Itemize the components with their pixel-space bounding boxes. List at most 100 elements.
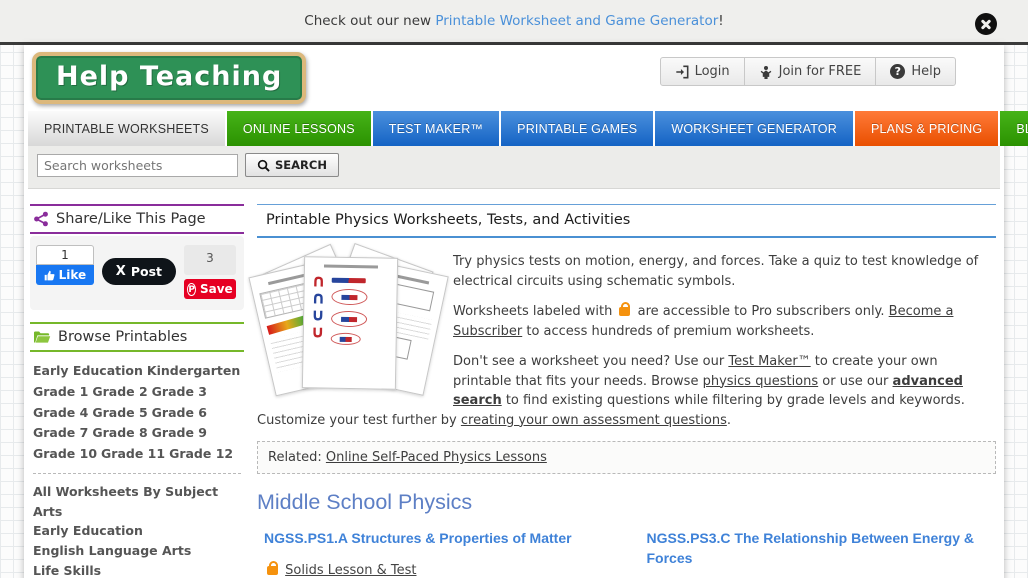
main-content: Printable Physics Worksheets, Tests, and… <box>257 204 998 578</box>
physics-worksheets-image: ∩∩∪∪ <box>259 254 437 394</box>
grade-row: Early Education Kindergarten <box>33 362 241 381</box>
section-title-middle-school-physics: Middle School Physics <box>257 490 996 515</box>
sign-in-icon <box>675 65 689 79</box>
pinterest-save-label: Save <box>200 282 233 296</box>
subject-list: All Worksheets By Subject Arts Early Edu… <box>33 483 241 578</box>
x-post-button[interactable]: X Post <box>102 258 176 285</box>
content-area: Share/Like This Page 1 Like X Post <box>28 189 1000 578</box>
search-button[interactable]: SEARCH <box>245 153 339 177</box>
ngss-ps1a-title: NGSS.PS1.A Structures & Properties of Ma… <box>264 529 614 549</box>
promo-banner-text: Check out our new Printable Worksheet an… <box>304 13 723 29</box>
related-box: Related: Online Self-Paced Physics Lesso… <box>257 441 996 474</box>
intro-section: ∩∩∪∪ Try physics tests on motion, energy… <box>257 238 996 430</box>
page-container: Help Teaching Login Join for FREE ? Help <box>24 45 1004 578</box>
column-ngss-ps3c: NGSS.PS3.C The Relationship Between Ener… <box>640 529 997 578</box>
facebook-like-widget: 1 Like <box>36 245 94 285</box>
help-button[interactable]: ? Help <box>876 58 955 85</box>
create-questions-link[interactable]: creating your own assessment questions <box>461 413 727 428</box>
facebook-like-label: Like <box>59 268 87 282</box>
page-header: Help Teaching Login Join for FREE ? Help <box>28 45 1000 111</box>
thumbs-up-icon <box>44 270 55 281</box>
sidebar-link-grade-5[interactable]: Grade 5 <box>92 405 147 420</box>
sidebar-divider <box>33 473 241 474</box>
login-label: Login <box>695 64 730 79</box>
sidebar-link-kindergarten[interactable]: Kindergarten <box>147 363 240 378</box>
related-label: Related: <box>268 450 326 465</box>
search-button-label: SEARCH <box>275 158 327 172</box>
grade-row: Grade 10 Grade 11 Grade 12 <box>33 445 241 464</box>
login-button[interactable]: Login <box>661 58 745 85</box>
sidebar-links: Early Education Kindergarten Grade 1 Gra… <box>30 352 244 578</box>
close-icon[interactable] <box>975 13 997 35</box>
person-icon <box>759 65 773 79</box>
main-navigation: PRINTABLE WORKSHEETS ONLINE LESSONS TEST… <box>28 111 1000 146</box>
social-widgets: 1 Like X Post 3 P Save <box>30 236 244 310</box>
sidebar-link-grade-7[interactable]: Grade 7 <box>33 425 88 440</box>
test-maker-link[interactable]: Test Maker™ <box>728 354 810 369</box>
tab-printable-worksheets[interactable]: PRINTABLE WORKSHEETS <box>28 111 225 146</box>
sidebar-link-early-education-subject[interactable]: Early Education <box>33 522 143 541</box>
share-section-header: Share/Like This Page <box>30 204 244 234</box>
sidebar-link-grade-3[interactable]: Grade 3 <box>152 384 207 399</box>
help-teaching-logo[interactable]: Help Teaching <box>32 52 306 104</box>
pinterest-widget: 3 P Save <box>184 245 236 299</box>
related-physics-lessons-link[interactable]: Online Self-Paced Physics Lessons <box>326 450 547 465</box>
grade-row: Grade 1 Grade 2 Grade 3 <box>33 383 241 402</box>
sidebar-link-grade-10[interactable]: Grade 10 <box>33 446 97 461</box>
help-label: Help <box>911 64 941 79</box>
share-icon <box>33 211 49 227</box>
pinterest-icon: P <box>187 283 196 296</box>
browse-section-title: Browse Printables <box>58 329 187 345</box>
x-logo-icon: X <box>116 264 126 279</box>
help-icon: ? <box>890 64 905 79</box>
tab-plans-pricing[interactable]: PLANS & PRICING <box>855 111 998 146</box>
tab-online-lessons[interactable]: ONLINE LESSONS <box>227 111 371 146</box>
search-bar: SEARCH <box>28 146 1000 189</box>
sidebar-link-life-skills[interactable]: Life Skills <box>33 562 101 578</box>
lock-icon <box>267 566 278 575</box>
page-title: Printable Physics Worksheets, Tests, and… <box>257 204 996 238</box>
search-icon <box>257 159 270 172</box>
sidebar-link-grade-11[interactable]: Grade 11 <box>101 446 165 461</box>
solids-lesson-link[interactable]: Solids Lesson & Test <box>285 563 416 578</box>
search-input[interactable] <box>37 154 238 177</box>
physics-questions-link[interactable]: physics questions <box>703 374 819 389</box>
facebook-like-button[interactable]: Like <box>36 265 94 285</box>
tab-blog[interactable]: BLOG <box>1000 111 1028 146</box>
sidebar-link-arts[interactable]: Arts <box>33 503 62 522</box>
grade-row: Grade 4 Grade 5 Grade 6 <box>33 404 241 423</box>
sidebar-link-all-subjects[interactable]: All Worksheets By Subject <box>33 483 218 502</box>
promo-generator-link[interactable]: Printable Worksheet and Game Generator <box>435 13 718 29</box>
logo-text: Help Teaching <box>56 61 282 92</box>
sidebar-link-grade-1[interactable]: Grade 1 <box>33 384 88 399</box>
column-ngss-ps1a: NGSS.PS1.A Structures & Properties of Ma… <box>257 529 614 578</box>
sidebar-link-grade-4[interactable]: Grade 4 <box>33 405 88 420</box>
pinterest-save-button[interactable]: P Save <box>184 279 236 299</box>
sidebar-link-grade-6[interactable]: Grade 6 <box>152 405 207 420</box>
facebook-like-count: 1 <box>36 245 94 265</box>
sidebar-link-grade-9[interactable]: Grade 9 <box>152 425 207 440</box>
ngss-ps3c-title: NGSS.PS3.C The Relationship Between Ener… <box>647 529 997 568</box>
x-post-label: Post <box>131 264 162 279</box>
join-for-free-button[interactable]: Join for FREE <box>745 58 877 85</box>
lesson-columns: NGSS.PS1.A Structures & Properties of Ma… <box>257 529 996 578</box>
browse-section-header: Browse Printables <box>30 322 244 352</box>
lock-icon <box>619 307 630 316</box>
promo-text-suffix: ! <box>718 13 723 29</box>
share-section-title: Share/Like This Page <box>56 211 206 227</box>
sidebar-link-grade-8[interactable]: Grade 8 <box>92 425 147 440</box>
sidebar-link-early-education[interactable]: Early Education <box>33 363 143 378</box>
tab-worksheet-generator[interactable]: WORKSHEET GENERATOR <box>655 111 853 146</box>
tab-test-maker[interactable]: TEST MAKER™ <box>373 111 499 146</box>
lesson-item: Solids Lesson & Test <box>264 561 614 578</box>
join-label: Join for FREE <box>779 64 862 79</box>
sidebar: Share/Like This Page 1 Like X Post <box>30 204 244 578</box>
account-button-group: Login Join for FREE ? Help <box>660 57 956 86</box>
tab-printable-games[interactable]: PRINTABLE GAMES <box>501 111 653 146</box>
grade-row: Grade 7 Grade 8 Grade 9 <box>33 424 241 443</box>
promo-text-prefix: Check out our new <box>304 13 435 29</box>
pinterest-count: 3 <box>184 245 236 275</box>
sidebar-link-grade-12[interactable]: Grade 12 <box>169 446 233 461</box>
sidebar-link-english-language-arts[interactable]: English Language Arts <box>33 542 191 561</box>
sidebar-link-grade-2[interactable]: Grade 2 <box>92 384 147 399</box>
